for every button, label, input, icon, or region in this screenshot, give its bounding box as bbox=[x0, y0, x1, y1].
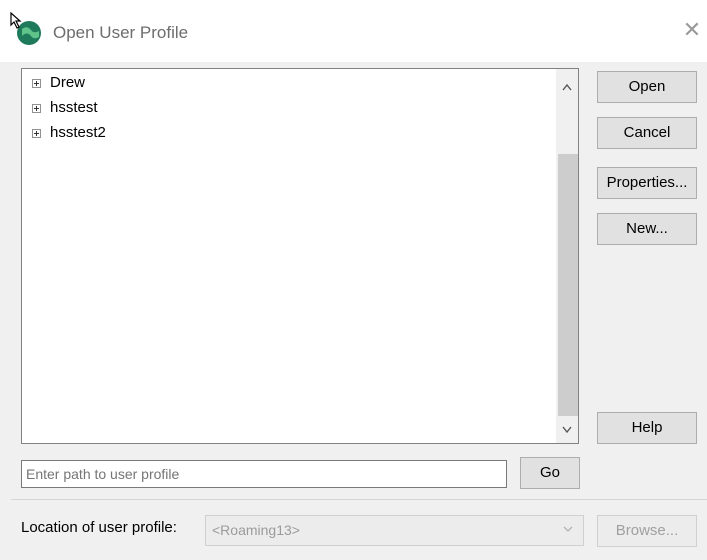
location-select[interactable]: <Roaming13> bbox=[205, 515, 584, 546]
cancel-button[interactable]: Cancel bbox=[597, 117, 697, 149]
tree-item-label: Drew bbox=[50, 74, 86, 91]
expand-icon[interactable] bbox=[32, 129, 41, 138]
profile-path-input[interactable] bbox=[21, 460, 507, 488]
scroll-up-button[interactable] bbox=[556, 77, 578, 97]
window-title: Open User Profile bbox=[53, 23, 189, 42]
profile-tree[interactable]: Drew hsstest hsstest2 bbox=[21, 68, 579, 444]
close-button[interactable]: ✕ bbox=[677, 16, 707, 46]
vertical-scrollbar[interactable] bbox=[556, 69, 578, 443]
location-selected-value: <Roaming13> bbox=[212, 522, 300, 538]
scroll-down-button[interactable] bbox=[556, 420, 578, 440]
go-button[interactable]: Go bbox=[520, 457, 580, 489]
chevron-up-icon bbox=[562, 83, 572, 91]
title-bar: Open User Profile ✕ bbox=[0, 0, 707, 62]
tree-item-label: hsstest2 bbox=[50, 124, 106, 141]
scroll-thumb[interactable] bbox=[558, 154, 578, 416]
divider bbox=[11, 499, 707, 500]
help-button[interactable]: Help bbox=[597, 412, 697, 444]
properties-button[interactable]: Properties... bbox=[597, 167, 697, 199]
browse-button[interactable]: Browse... bbox=[597, 515, 697, 547]
expand-icon[interactable] bbox=[32, 79, 41, 88]
chevron-down-icon bbox=[563, 516, 573, 545]
tree-item-label: hsstest bbox=[50, 99, 98, 116]
close-icon: ✕ bbox=[682, 18, 702, 43]
globe-cursor-icon bbox=[10, 12, 41, 45]
location-label: Location of user profile: bbox=[21, 519, 177, 536]
expand-icon[interactable] bbox=[32, 104, 41, 113]
chevron-down-icon bbox=[562, 426, 572, 434]
new-button[interactable]: New... bbox=[597, 213, 697, 245]
open-button[interactable]: Open bbox=[597, 71, 697, 103]
